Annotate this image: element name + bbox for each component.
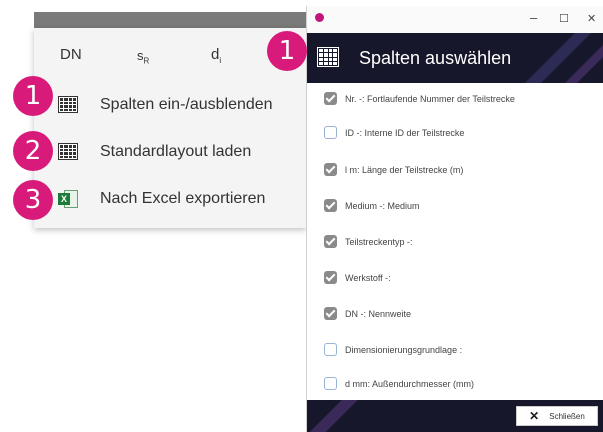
column-option-label: Medium -: Medium (345, 200, 420, 211)
menu-item-label: Nach Excel exportieren (100, 190, 266, 207)
checkbox[interactable] (324, 235, 337, 248)
table-icon (58, 143, 80, 161)
minimize-button[interactable]: – (530, 10, 537, 25)
menu-item-load-default-layout[interactable]: Standardlayout laden (58, 137, 298, 167)
close-icon: ✕ (529, 409, 540, 423)
step-badge-1: 1 (13, 76, 53, 116)
table-icon (58, 96, 80, 114)
menu-item-toggle-columns[interactable]: Spalten ein-/ausblenden (58, 90, 298, 120)
column-option[interactable]: Nr. -: Fortlaufende Nummer der Teilstrec… (324, 92, 515, 105)
excel-icon: X (58, 190, 80, 208)
footer-decoration (307, 400, 387, 432)
close-button[interactable]: ✕ Schließen (516, 406, 598, 426)
checkbox[interactable] (324, 343, 337, 356)
menu-item-export-excel[interactable]: X Nach Excel exportieren (58, 184, 298, 214)
column-chooser-dialog: – ☐ ✕ Spalten auswählen Nr. -: Fortlaufe… (306, 6, 603, 432)
column-option-label: Teilstreckentyp -: (345, 236, 413, 247)
column-option[interactable]: Dimensionierungsgrundlage : (324, 343, 462, 356)
column-header-sr-sub: R (143, 56, 150, 66)
step-badge-2: 2 (13, 131, 53, 171)
dialog-header: Spalten auswählen (307, 33, 603, 83)
checkbox[interactable] (324, 377, 337, 390)
checkbox[interactable] (324, 199, 337, 212)
column-header-di[interactable]: di (211, 46, 221, 65)
column-option[interactable]: d mm: Außendurchmesser (mm) (324, 377, 474, 390)
close-button-label: Schließen (549, 411, 585, 421)
column-option[interactable]: Teilstreckentyp -: (324, 235, 413, 248)
step-badge-3: 3 (13, 180, 53, 220)
grid-toolbar-strip (34, 12, 316, 28)
close-window-button[interactable]: ✕ (587, 12, 596, 25)
column-option[interactable]: DN -: Nennweite (324, 307, 411, 320)
column-option-label: Dimensionierungsgrundlage : (345, 344, 463, 355)
header-decoration (504, 33, 603, 83)
dialog-footer: ✕ Schließen (307, 400, 603, 432)
table-icon (317, 47, 339, 67)
checkbox[interactable] (324, 163, 337, 176)
column-option[interactable]: Medium -: Medium (324, 199, 420, 212)
window-titlebar: – ☐ ✕ (307, 6, 603, 33)
checkbox[interactable] (324, 126, 337, 139)
column-header-sr[interactable]: sR (137, 48, 149, 66)
column-option[interactable]: Werkstoff -: (324, 271, 391, 284)
column-option-label: DN -: Nennweite (345, 308, 412, 319)
column-option-label: Werkstoff -: (345, 272, 391, 283)
menu-item-label: Standardlayout laden (100, 143, 252, 160)
checkbox[interactable] (324, 92, 337, 105)
column-option[interactable]: ID -: Interne ID der Teilstrecke (324, 126, 464, 139)
app-icon (315, 13, 324, 22)
column-header-dn[interactable]: DN (60, 46, 82, 63)
column-option[interactable]: l m: Länge der Teilstrecke (m) (324, 163, 463, 176)
maximize-button[interactable]: ☐ (559, 12, 569, 25)
checkbox[interactable] (324, 307, 337, 320)
column-option-label: Nr. -: Fortlaufende Nummer der Teilstrec… (345, 93, 515, 104)
column-option-label: ID -: Interne ID der Teilstrecke (345, 127, 465, 138)
column-header-di-sub: i (219, 56, 222, 65)
column-option-label: l m: Länge der Teilstrecke (m) (345, 164, 464, 175)
menu-item-label: Spalten ein-/ausblenden (100, 96, 273, 113)
step-badge-dialog: 1 (267, 31, 307, 71)
checkbox[interactable] (324, 271, 337, 284)
dialog-title: Spalten auswählen (359, 48, 512, 68)
column-option-label: d mm: Außendurchmesser (mm) (345, 378, 475, 389)
